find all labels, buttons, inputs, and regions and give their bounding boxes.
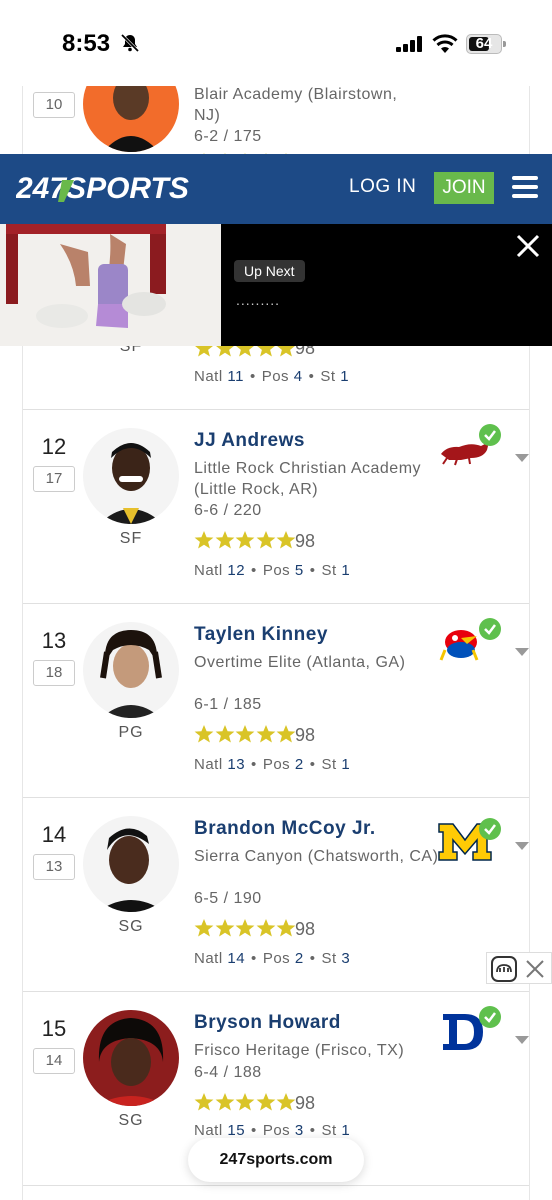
up-next-badge: Up Next	[234, 260, 305, 282]
star-icon	[276, 531, 296, 549]
player-name[interactable]: Bryson Howard	[194, 1012, 341, 1034]
star-icon	[276, 919, 296, 937]
previous-rank: 14	[33, 1048, 75, 1074]
player-position: SG	[118, 918, 144, 935]
star-icon	[194, 919, 214, 937]
star-icon	[276, 1093, 296, 1111]
star-icon	[276, 725, 296, 743]
star-icon	[256, 531, 276, 549]
star-icon	[235, 1093, 255, 1111]
battery-indicator: 64	[466, 34, 502, 54]
star-icon	[256, 725, 276, 743]
player-avatar[interactable]	[83, 816, 179, 912]
player-name[interactable]: Taylen Kinney	[194, 624, 328, 646]
rank-breakdown: Natl 12 • Pos 5 • St 1	[194, 562, 351, 579]
star-icon	[194, 1093, 214, 1111]
table-row[interactable]: 13 18 PG Taylen Kinney Overtime Elite (A…	[23, 604, 530, 798]
player-rating: 98	[295, 919, 316, 939]
status-time: 8:53	[62, 30, 111, 57]
star-icon	[215, 919, 234, 937]
previous-rank: 18	[33, 660, 75, 686]
previous-rank: 17	[33, 466, 75, 492]
chevron-down-icon[interactable]	[513, 1034, 530, 1046]
current-rank: 12	[41, 434, 67, 459]
player-school: Overtime Elite (Atlanta, GA)	[194, 654, 406, 671]
committed-check-icon	[479, 424, 501, 446]
height-weight: 6-4 / 188	[194, 1064, 262, 1081]
player-avatar[interactable]	[83, 622, 179, 718]
star-icon	[256, 919, 276, 937]
close-icon[interactable]	[525, 959, 545, 979]
battery-cap	[503, 41, 506, 47]
login-link[interactable]: LOG IN	[349, 176, 416, 198]
star-icon	[215, 531, 234, 549]
star-icon	[194, 531, 214, 549]
star-icon	[215, 1093, 234, 1111]
chevron-down-icon[interactable]	[513, 840, 530, 852]
ad-widget[interactable]	[486, 952, 552, 984]
rank-breakdown: Natl 15 • Pos 3 • St 1	[194, 1122, 351, 1139]
close-icon[interactable]	[516, 234, 540, 258]
player-school: Sierra Canyon (Chatsworth, CA)	[194, 848, 439, 865]
video-thumbnail[interactable]	[0, 224, 221, 346]
rank-breakdown: Natl 13 • Pos 2 • St 1	[194, 756, 351, 773]
cellular-signal-icon	[396, 36, 422, 52]
previous-rank: 13	[33, 854, 75, 880]
player-avatar[interactable]	[83, 428, 179, 524]
table-row[interactable]: 12 17 SF JJ Andrews Little Rock Christia…	[23, 410, 530, 604]
star-rating	[194, 918, 297, 940]
height-weight: 6-2 / 175	[194, 128, 262, 145]
current-rank: 14	[41, 822, 67, 847]
rank-breakdown: Natl 11 • Pos 4 • St 1	[194, 368, 350, 385]
table-row[interactable]: 14 13 SG Brandon McCoy Jr. Sierra Canyon…	[23, 798, 530, 992]
committed-check-icon	[479, 818, 501, 840]
player-rating: 98	[295, 725, 316, 745]
star-icon	[235, 531, 255, 549]
battery-percent: 64	[475, 35, 493, 52]
previous-rank: 10	[33, 92, 75, 118]
current-rank: 13	[41, 628, 67, 653]
player-position: SF	[119, 530, 143, 547]
player-name[interactable]: Brandon McCoy Jr.	[194, 818, 376, 840]
star-rating	[194, 1092, 297, 1114]
video-player[interactable]: Up Next .........	[0, 224, 552, 346]
player-rating: 98	[295, 1093, 316, 1113]
ad-logo-icon[interactable]	[491, 956, 517, 982]
player-position: PG	[118, 724, 144, 741]
height-weight: 6-1 / 185	[194, 696, 262, 713]
chevron-down-icon[interactable]	[513, 646, 530, 658]
svg-text:247SPORTS: 247SPORTS	[16, 172, 189, 205]
player-rating: 98	[295, 531, 316, 551]
player-name[interactable]: JJ Andrews	[194, 430, 305, 452]
join-button[interactable]: JOIN	[434, 172, 494, 204]
star-rating	[194, 724, 297, 746]
star-icon	[256, 1093, 276, 1111]
school-fragment: Blair Academy (Blairstown, NJ)	[194, 86, 398, 124]
brand-logo[interactable]: 247SPORTS	[16, 170, 206, 206]
player-position: SG	[118, 1112, 144, 1129]
hamburger-menu-icon[interactable]	[512, 176, 538, 198]
video-title-placeholder: .........	[236, 292, 281, 308]
status-bar: 8:53 64	[0, 0, 552, 86]
player-avatar[interactable]	[83, 86, 179, 152]
star-icon	[215, 725, 234, 743]
player-avatar[interactable]	[83, 1010, 179, 1106]
star-icon	[194, 725, 214, 743]
rank-breakdown: Natl 14 • Pos 2 • St 3	[194, 950, 351, 967]
url-pill[interactable]: 247sports.com	[188, 1138, 364, 1182]
chevron-down-icon[interactable]	[513, 452, 530, 464]
height-weight: 6-5 / 190	[194, 890, 262, 907]
height-weight: 6-6 / 220	[194, 502, 262, 519]
star-icon	[235, 725, 255, 743]
current-rank: 15	[41, 1016, 67, 1041]
wifi-icon	[432, 34, 458, 53]
committed-check-icon	[479, 1006, 501, 1028]
star-icon	[235, 919, 255, 937]
player-school: Little Rock Christian Academy (Little Ro…	[194, 460, 422, 498]
committed-check-icon	[479, 618, 501, 640]
bell-slash-icon	[120, 33, 140, 53]
player-school: Frisco Heritage (Frisco, TX)	[194, 1042, 405, 1059]
star-rating	[194, 530, 297, 552]
